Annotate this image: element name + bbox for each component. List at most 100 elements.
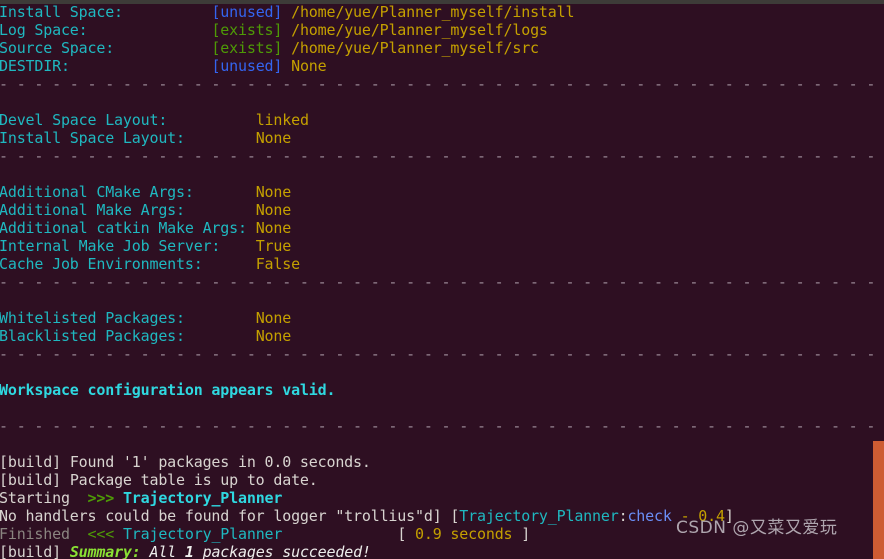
finished-arrows-icon: <<< (78, 525, 123, 543)
watermark-text: CSDN @又菜又爱玩 (676, 518, 838, 538)
workspace-status-line: Workspace configuration appears valid. (0, 381, 884, 399)
build-prefix: [build] (0, 543, 70, 559)
scrollbar-thumb[interactable] (873, 441, 884, 559)
summary-label: Summary: (69, 543, 141, 559)
finished-label: Finished (0, 525, 79, 543)
terminal-window[interactable]: Install Space: [unused] /home/yue/Planne… (0, 0, 884, 559)
args-row-cache-job-env: Cache Job Environments: False (0, 255, 884, 273)
config-status-badge: [unused] (211, 3, 283, 21)
args-row-catkin-make: Additional catkin Make Args: None (0, 219, 884, 237)
build-message: Found '1' packages in 0.0 seconds. (69, 453, 371, 471)
workspace-status-text: Workspace configuration appears valid. (0, 381, 336, 399)
config-pad (70, 57, 212, 75)
summary-line: [build] Summary: All 1 packages succeede… (0, 543, 884, 559)
config-row-install-space: Install Space: [unused] /home/yue/Planne… (0, 3, 884, 21)
config-key: Source Space: (0, 39, 115, 57)
args-row-make: Additional Make Args: None (0, 201, 884, 219)
config-pad (167, 111, 256, 129)
config-value: None (255, 129, 292, 147)
config-key: Blacklisted Packages: (0, 327, 185, 345)
separator-line: - - - - - - - - - - - - - - - - - - - - … (0, 345, 876, 363)
config-value: None (255, 201, 292, 219)
config-key: Additional Make Args: (0, 201, 185, 219)
config-key: Log Space: (0, 21, 88, 39)
packages-row-whitelisted: Whitelisted Packages: None (0, 309, 884, 327)
config-pad (185, 129, 256, 147)
build-log-package-table: [build] Package table is up to date. (0, 471, 884, 489)
config-value: None (255, 219, 292, 237)
starting-arrows-icon: >>> (78, 489, 123, 507)
config-key: DESTDIR: (0, 57, 70, 75)
finished-pad (282, 525, 397, 543)
separator-line: - - - - - - - - - - - - - - - - - - - - … (0, 75, 876, 93)
build-prefix: [build] (0, 453, 70, 471)
config-key: Additional catkin Make Args: (0, 219, 247, 237)
config-key: Cache Job Environments: (0, 255, 203, 273)
args-row-cmake: Additional CMake Args: None (0, 183, 884, 201)
no-handlers-overlap: d] (423, 507, 451, 525)
build-log-found-packages: [build] Found '1' packages in 0.0 second… (0, 453, 884, 471)
separator-line: - - - - - - - - - - - - - - - - - - - - … (0, 417, 876, 435)
config-pad (88, 21, 212, 39)
config-key: Devel Space Layout: (0, 111, 168, 129)
config-pad (247, 219, 256, 237)
args-row-job-server: Internal Make Job Server: True (0, 237, 884, 255)
no-handlers-stage: check (627, 507, 672, 525)
build-prefix: [build] (0, 471, 70, 489)
config-value: /home/yue/Planner_myself/install (282, 3, 575, 21)
build-log-starting: Starting >>> Trajectory_Planner (0, 489, 884, 507)
config-key: Whitelisted Packages: (0, 309, 185, 327)
starting-label: Starting (0, 489, 79, 507)
config-value: linked (255, 111, 309, 129)
config-value: /home/yue/Planner_myself/src (282, 39, 539, 57)
finished-time-open: [ (397, 525, 416, 543)
config-pad (185, 201, 256, 219)
config-pad (203, 255, 256, 273)
config-pad (185, 327, 256, 345)
bracket-open: [ (450, 507, 460, 525)
separator-line: - - - - - - - - - - - - - - - - - - - - … (0, 273, 876, 291)
config-row-destdir: DESTDIR: [unused] None (0, 57, 884, 75)
config-key: Internal Make Job Server: (0, 237, 221, 255)
config-row-source-space: Source Space: [exists] /home/yue/Planner… (0, 39, 884, 57)
config-pad (123, 3, 212, 21)
config-pad (185, 309, 256, 327)
no-handlers-package-name: Trajectory_Planner (459, 507, 619, 525)
config-status-badge: [exists] (211, 21, 283, 39)
layout-row-install-space: Install Space Layout: None (0, 129, 884, 147)
no-handlers-message: No handlers could be found for logger "t… (0, 507, 424, 525)
terminal-screen[interactable]: Install Space: [unused] /home/yue/Planne… (0, 3, 884, 559)
config-row-log-space: Log Space: [exists] /home/yue/Planner_my… (0, 21, 884, 39)
config-value: None (255, 309, 292, 327)
layout-row-devel-space: Devel Space Layout: linked (0, 111, 884, 129)
starting-package-name: Trajectory_Planner (122, 489, 283, 507)
config-value: True (255, 237, 292, 255)
finished-time-close: ] (512, 525, 531, 543)
finished-elapsed: 0.9 seconds (415, 525, 513, 543)
finished-package-name: Trajectory_Planner (122, 525, 283, 543)
build-message: Package table is up to date. (69, 471, 318, 489)
config-pad (194, 183, 256, 201)
packages-row-blacklisted: Blacklisted Packages: None (0, 327, 884, 345)
config-value: None (282, 57, 327, 75)
config-value: None (255, 327, 292, 345)
scrollbar[interactable] (873, 4, 884, 559)
summary-text: All (140, 543, 185, 559)
summary-tail: packages succeeded! (193, 543, 371, 559)
config-value: /home/yue/Planner_myself/logs (282, 21, 548, 39)
config-status-badge: [exists] (211, 39, 283, 57)
separator-line: - - - - - - - - - - - - - - - - - - - - … (0, 147, 876, 165)
config-pad (114, 39, 211, 57)
config-key: Additional CMake Args: (0, 183, 194, 201)
config-key: Install Space Layout: (0, 129, 185, 147)
config-status-badge: [unused] (211, 57, 283, 75)
config-pad (220, 237, 255, 255)
config-key: Install Space: (0, 3, 123, 21)
config-value: False (255, 255, 300, 273)
